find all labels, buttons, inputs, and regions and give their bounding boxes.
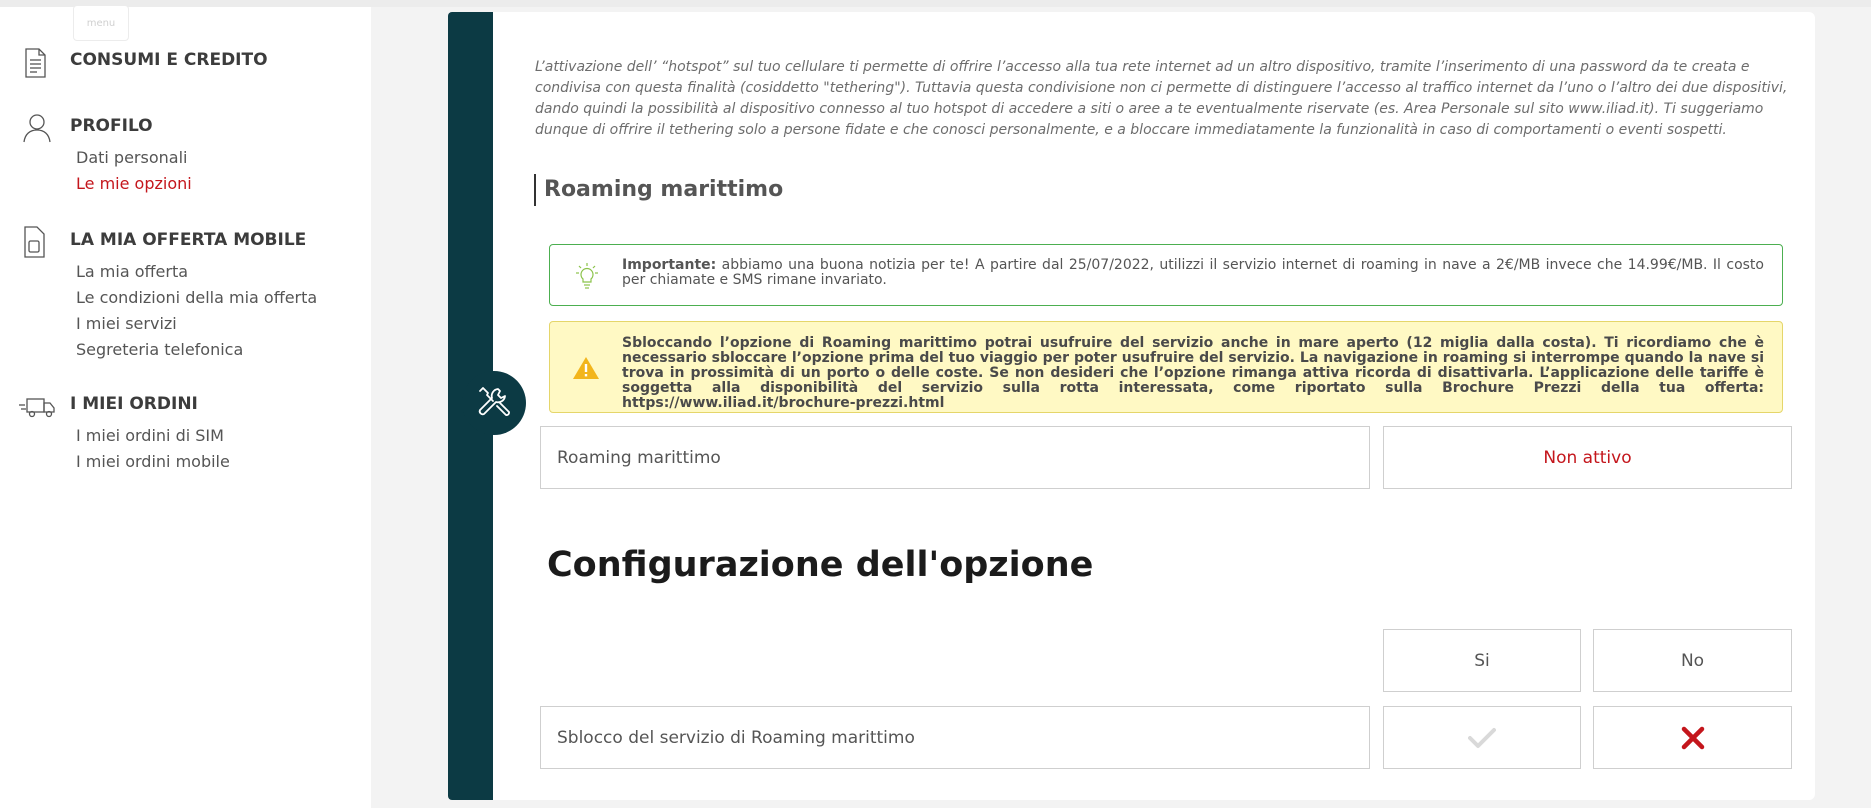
option-yes-button[interactable] xyxy=(1383,706,1581,769)
roaming-label-cell: Roaming marittimo xyxy=(540,426,1370,489)
sidebar-section-profilo[interactable]: PROFILO xyxy=(70,116,153,136)
sidebar-item-ordini-sim[interactable]: I miei ordini di SIM xyxy=(76,426,224,445)
yes-header-cell: Si xyxy=(1383,629,1581,692)
delivery-truck-icon xyxy=(18,395,58,425)
config-title: Configurazione dell'opzione xyxy=(547,545,1094,585)
config-row-label: Sblocco del servizio di Roaming marittim… xyxy=(557,727,915,748)
notice-warning: Sbloccando l’opzione di Roaming marittim… xyxy=(549,321,1783,413)
sidebar-item-miei-servizi[interactable]: I miei servizi xyxy=(76,314,177,333)
sim-card-icon xyxy=(22,225,52,258)
roaming-label: Roaming marittimo xyxy=(557,447,721,468)
warning-icon xyxy=(572,355,600,385)
roaming-status-cell: Non attivo xyxy=(1383,426,1792,489)
sidebar-section-offerta-mobile[interactable]: LA MIA OFFERTA MOBILE xyxy=(70,230,306,250)
sidebar-item-ordini-mobile[interactable]: I miei ordini mobile xyxy=(76,452,230,471)
status-badge: Non attivo xyxy=(1543,447,1632,468)
notice-important: Importante: abbiamo una buona notizia pe… xyxy=(549,244,1783,306)
hotspot-intro-text: L’attivazione dell’ “hotspot” sul tuo ce… xyxy=(535,59,1788,138)
sidebar-item-segreteria[interactable]: Segreteria telefonica xyxy=(76,340,243,359)
sidebar: CONSUMI E CREDITO PROFILO Dati personali… xyxy=(0,7,371,808)
notice-warning-text: Sbloccando l’opzione di Roaming marittim… xyxy=(622,335,1764,411)
document-icon xyxy=(22,47,52,78)
menu-button[interactable]: menu xyxy=(73,5,129,41)
sidebar-item-condizioni-offerta[interactable]: Le condizioni della mia offerta xyxy=(76,288,317,307)
yes-header: Si xyxy=(1474,650,1490,671)
sidebar-item-la-mia-offerta[interactable]: La mia offerta xyxy=(76,262,188,281)
user-icon xyxy=(22,112,52,143)
option-no-button[interactable] xyxy=(1593,706,1792,769)
checkmark-icon xyxy=(1468,727,1496,748)
no-header: No xyxy=(1680,650,1705,671)
tools-icon xyxy=(462,371,526,435)
sidebar-section-consumi[interactable]: CONSUMI E CREDITO xyxy=(70,50,268,70)
section-title: Roaming marittimo xyxy=(534,174,783,206)
sidebar-item-dati-personali[interactable]: Dati personali xyxy=(76,148,187,167)
config-row-label-cell: Sblocco del servizio di Roaming marittim… xyxy=(540,706,1370,769)
sidebar-section-ordini[interactable]: I MIEI ORDINI xyxy=(70,394,198,414)
cross-icon xyxy=(1681,726,1704,749)
top-border xyxy=(0,0,1871,7)
notice-important-text: abbiamo una buona notizia per te! A part… xyxy=(622,257,1764,288)
notice-important-label: Importante: xyxy=(622,257,717,273)
sidebar-item-le-mie-opzioni[interactable]: Le mie opzioni xyxy=(76,174,192,193)
lightbulb-icon xyxy=(572,261,602,295)
no-header-cell: No xyxy=(1593,629,1792,692)
